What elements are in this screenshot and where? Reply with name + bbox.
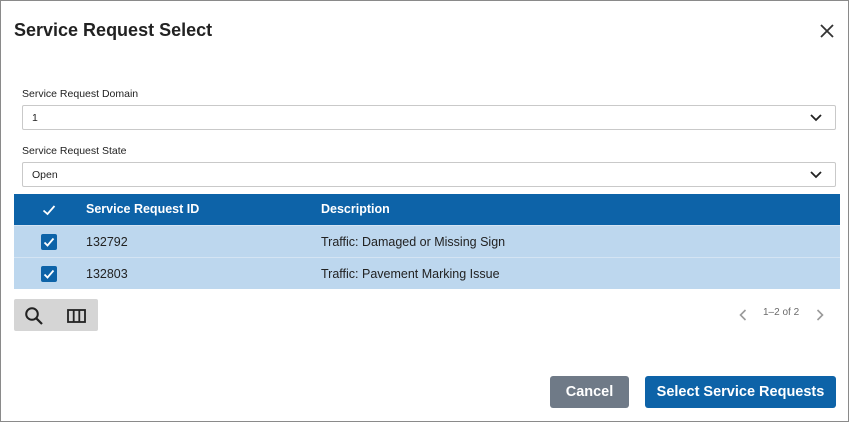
dialog-title: Service Request Select: [14, 20, 213, 40]
row-description: Traffic: Damaged or Missing Sign: [321, 235, 506, 249]
grid-header: Service Request ID Description: [14, 194, 840, 225]
check-icon: [43, 269, 55, 279]
select-all-checkbox[interactable]: [41, 202, 57, 218]
row-id: 132803: [86, 267, 128, 281]
state-label: Service Request State: [22, 145, 127, 157]
row-checkbox[interactable]: [41, 266, 57, 282]
row-description: Traffic: Pavement Marking Issue: [321, 267, 500, 281]
domain-value: 1: [32, 112, 38, 124]
state-value: Open: [32, 169, 58, 181]
columns-icon: [67, 309, 86, 323]
column-header-description[interactable]: Description: [321, 202, 390, 216]
table-row[interactable]: 132792 Traffic: Damaged or Missing Sign: [14, 225, 840, 257]
check-icon: [43, 237, 55, 247]
service-request-select-dialog: Service Request Select Service Request D…: [0, 0, 849, 422]
next-page-icon[interactable]: [814, 308, 826, 322]
columns-button[interactable]: [56, 299, 96, 331]
row-checkbox[interactable]: [41, 234, 57, 250]
row-id: 132792: [86, 235, 128, 249]
check-icon: [42, 205, 56, 216]
cancel-button[interactable]: Cancel: [550, 376, 629, 408]
pager-text: 1–2 of 2: [763, 307, 800, 318]
domain-label: Service Request Domain: [22, 88, 139, 100]
column-header-id[interactable]: Service Request ID: [86, 202, 199, 216]
close-icon[interactable]: [817, 21, 837, 41]
chevron-down-icon: [810, 171, 822, 179]
search-button[interactable]: [14, 299, 54, 331]
grid-toolbar: [14, 299, 98, 331]
domain-select[interactable]: 1: [22, 105, 836, 130]
chevron-down-icon: [810, 114, 822, 122]
select-service-requests-button[interactable]: Select Service Requests: [645, 376, 836, 408]
search-icon: [25, 307, 43, 325]
service-request-grid: Service Request ID Description 132792 Tr…: [14, 194, 840, 289]
state-select[interactable]: Open: [22, 162, 836, 187]
table-row[interactable]: 132803 Traffic: Pavement Marking Issue: [14, 257, 840, 289]
previous-page-icon[interactable]: [737, 308, 749, 322]
